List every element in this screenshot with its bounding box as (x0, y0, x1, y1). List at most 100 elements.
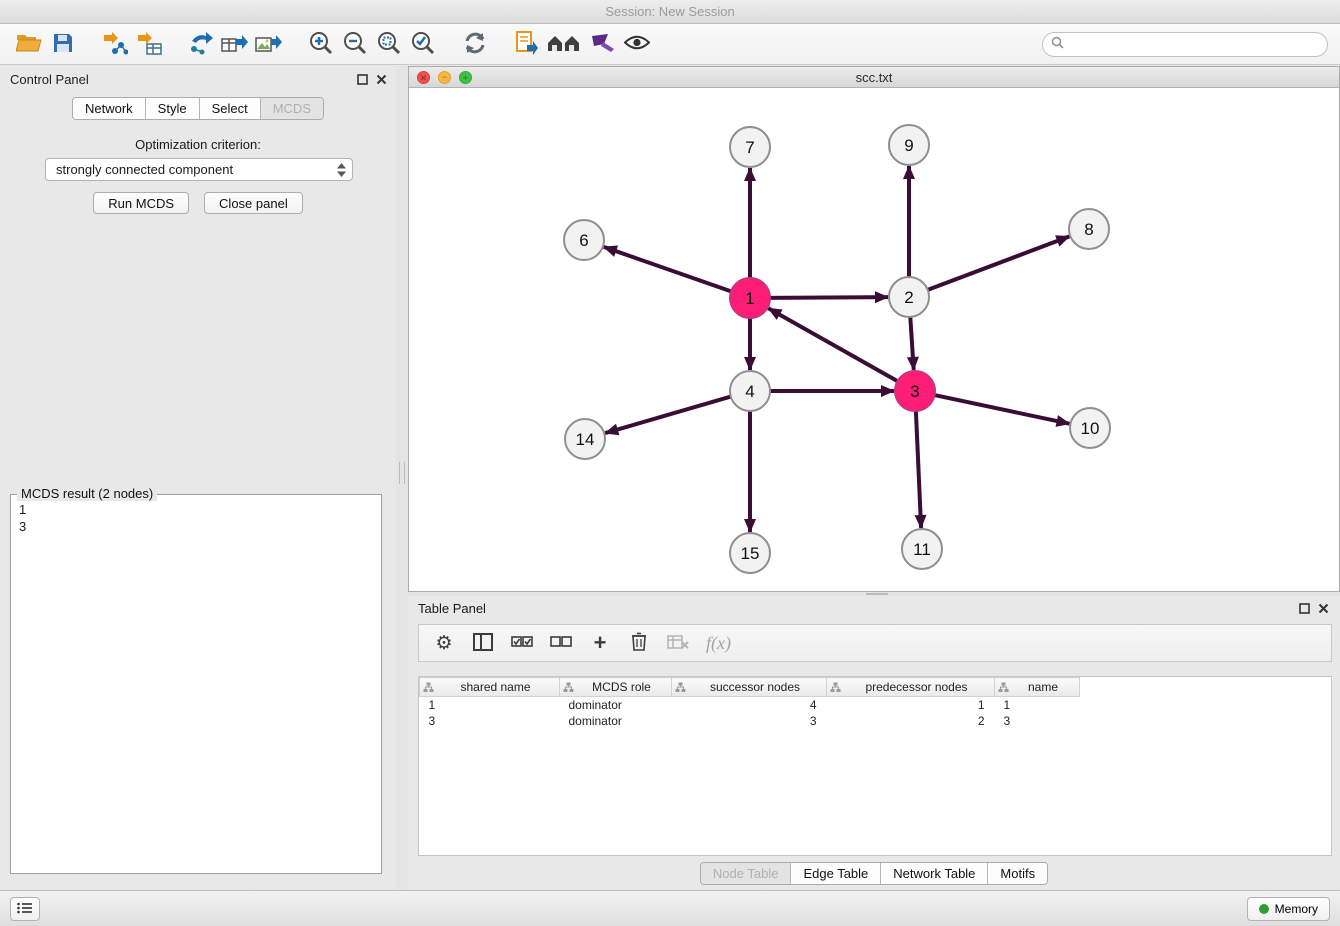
add-row-button[interactable]: + (589, 631, 611, 655)
zoom-selected-button[interactable] (406, 28, 440, 60)
cell-successor-nodes[interactable]: 4 (672, 697, 827, 713)
tab-network[interactable]: Network (73, 98, 146, 119)
toggle-view-button[interactable] (620, 28, 654, 60)
vertical-splitter[interactable] (396, 66, 408, 890)
show-hide-panels-button[interactable] (10, 897, 40, 921)
deselect-all-button[interactable] (550, 631, 572, 655)
ndex-home-icon-button[interactable] (544, 28, 586, 60)
edge-3-1[interactable] (768, 308, 897, 381)
search-input[interactable] (1069, 37, 1319, 52)
node-2[interactable]: 2 (889, 277, 929, 317)
minimize-window-icon[interactable] (438, 71, 451, 84)
close-panel-button[interactable]: Close panel (204, 192, 303, 214)
edge-2-8[interactable] (928, 236, 1070, 290)
float-panel-icon[interactable] (357, 73, 368, 88)
node-8[interactable]: 8 (1069, 209, 1109, 249)
edge-4-14[interactable] (605, 397, 731, 434)
column-header-name[interactable]: name (995, 678, 1080, 697)
cell-mcds-role[interactable]: dominator (560, 697, 672, 713)
close-table-panel-icon[interactable] (1318, 602, 1329, 617)
cell-predecessor-nodes[interactable]: 2 (827, 713, 995, 729)
cell-shared-name[interactable]: 1 (420, 697, 560, 713)
node-4[interactable]: 4 (730, 371, 770, 411)
tab-style[interactable]: Style (146, 98, 200, 119)
delete-row-button[interactable] (628, 631, 650, 655)
table-row[interactable]: 3 dominator 3 2 3 (420, 713, 1080, 729)
zoom-out-button[interactable] (338, 28, 372, 60)
column-header-predecessor-nodes[interactable]: predecessor nodes (827, 678, 995, 697)
apply-style-button[interactable] (586, 28, 620, 60)
edge-3-11[interactable] (916, 411, 921, 528)
tab-motifs[interactable]: Motifs (988, 863, 1047, 884)
duplicate-view-button[interactable] (510, 28, 544, 60)
edge-3-10[interactable] (935, 395, 1070, 424)
status-bar: Memory (0, 890, 1340, 926)
export-image-button[interactable] (252, 28, 286, 60)
insert-column-button[interactable] (472, 631, 494, 655)
clear-table-button[interactable] (667, 631, 689, 655)
import-network-icon (102, 31, 128, 58)
save-session-button[interactable] (46, 28, 80, 60)
cell-predecessor-nodes[interactable]: 1 (827, 697, 995, 713)
network-window-titlebar: scc.txt (409, 67, 1339, 88)
select-all-button[interactable] (511, 631, 533, 655)
splitter-grip (399, 462, 405, 484)
node-3[interactable]: 3 (895, 371, 935, 411)
column-header-mcds-role[interactable]: MCDS role (560, 678, 672, 697)
import-network-button[interactable] (98, 28, 132, 60)
export-table-icon (221, 31, 249, 58)
main-toolbar (0, 24, 1340, 65)
cell-name[interactable]: 3 (995, 713, 1080, 729)
node-label: 14 (576, 430, 595, 449)
node-7[interactable]: 7 (730, 127, 770, 167)
node-14[interactable]: 14 (565, 419, 605, 459)
float-table-panel-icon[interactable] (1299, 602, 1310, 617)
open-file-button[interactable] (12, 28, 46, 60)
export-table-button[interactable] (218, 28, 252, 60)
criterion-dropdown[interactable]: strongly connected component (45, 158, 353, 181)
node-10[interactable]: 10 (1070, 408, 1110, 448)
column-header-shared-name[interactable]: shared name (420, 678, 560, 697)
node-6[interactable]: 6 (564, 220, 604, 260)
tab-node-table[interactable]: Node Table (701, 863, 792, 884)
table-row[interactable]: 1 dominator 4 1 1 (420, 697, 1080, 713)
function-builder-button[interactable]: f(x) (706, 631, 731, 655)
tab-mcds[interactable]: MCDS (261, 98, 323, 119)
close-window-icon[interactable] (417, 71, 430, 84)
deselect-all-icon (550, 636, 572, 651)
search-icon (1051, 36, 1064, 52)
refresh-button[interactable] (458, 28, 492, 60)
cell-name[interactable]: 1 (995, 697, 1080, 713)
node-11[interactable]: 11 (902, 529, 942, 569)
search-box[interactable] (1042, 32, 1328, 57)
table-toolbar: ⚙ + f(x) (418, 624, 1332, 662)
zoom-fit-button[interactable] (372, 28, 406, 60)
tab-network-table[interactable]: Network Table (881, 863, 988, 884)
run-mcds-button[interactable]: Run MCDS (93, 192, 189, 214)
tab-edge-table[interactable]: Edge Table (791, 863, 881, 884)
table-settings-button[interactable]: ⚙ (433, 631, 455, 655)
cell-shared-name[interactable]: 3 (420, 713, 560, 729)
tab-select[interactable]: Select (200, 98, 261, 119)
memory-button[interactable]: Memory (1247, 897, 1330, 921)
close-panel-icon[interactable] (376, 73, 387, 88)
export-network-button[interactable] (184, 28, 218, 60)
cell-mcds-role[interactable]: dominator (560, 713, 672, 729)
maximize-window-icon[interactable] (459, 71, 472, 84)
node-15[interactable]: 15 (730, 533, 770, 573)
node-label: 8 (1084, 220, 1093, 239)
edge-1-6[interactable] (604, 247, 731, 292)
node-1[interactable]: 1 (730, 278, 770, 318)
edge-1-2[interactable] (770, 297, 888, 298)
network-graph[interactable]: 7 9 6 8 1 2 4 3 14 10 15 11 (409, 88, 1339, 591)
edge-2-3[interactable] (910, 317, 913, 370)
node-9[interactable]: 9 (889, 125, 929, 165)
zoom-in-button[interactable] (304, 28, 338, 60)
column-header-successor-nodes[interactable]: successor nodes (672, 678, 827, 697)
home-icon (547, 33, 583, 56)
traffic-lights (417, 71, 472, 84)
import-table-button[interactable] (132, 28, 166, 60)
network-view-title: scc.txt (856, 70, 893, 85)
cell-successor-nodes[interactable]: 3 (672, 713, 827, 729)
plus-icon: + (594, 633, 607, 653)
